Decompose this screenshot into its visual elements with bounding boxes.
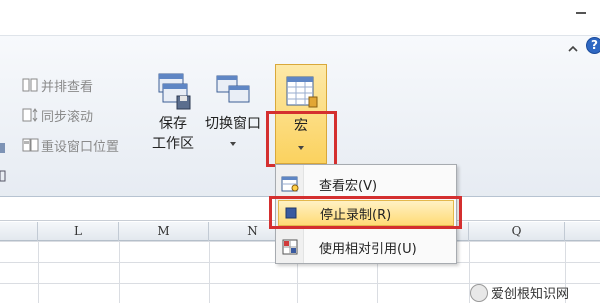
save-workspace-label-2: 工作区 [152, 136, 194, 152]
watermark-text: 爱创根知识网 [491, 287, 570, 302]
grid-line [209, 241, 210, 303]
save-workspace-button[interactable]: 保存 工作区 [147, 72, 199, 154]
menu-item-label: 查看宏(V) [319, 178, 378, 194]
reset-position-button[interactable]: 重设窗口位置 [22, 135, 119, 155]
partial-icon [0, 140, 6, 154]
sync-scroll-icon [22, 107, 39, 123]
save-workspace-icon [158, 73, 191, 110]
side-by-side-button[interactable]: 并排查看 [22, 75, 93, 95]
reset-position-label: 重设窗口位置 [41, 139, 120, 155]
switch-windows-label: 切换窗口 [205, 116, 261, 132]
menu-item-relative-reference[interactable]: 使用相对引用(U) [278, 234, 454, 260]
highlight-box-stop-recording [269, 196, 462, 229]
menu-item-view-macros[interactable]: 查看宏(V) [278, 171, 454, 197]
highlight-box-macros [266, 111, 337, 167]
help-icon[interactable]: ? [586, 37, 600, 54]
ribbon-collapse-icon[interactable] [566, 40, 580, 52]
chevron-down-icon [230, 142, 236, 146]
sync-scroll-label: 同步滚动 [41, 109, 94, 125]
column-header-M[interactable]: M [119, 222, 209, 241]
column-header-Q[interactable]: Q [469, 222, 565, 241]
side-by-side-label: 并排查看 [41, 79, 94, 95]
save-workspace-label-1: 保存 [159, 116, 187, 132]
minimize-icon[interactable] [576, 12, 586, 14]
side-by-side-icon [22, 77, 39, 93]
title-strip [0, 0, 600, 35]
view-macros-icon [278, 174, 302, 194]
column-header[interactable] [565, 222, 600, 241]
reset-position-icon [22, 137, 39, 153]
column-header[interactable] [0, 222, 38, 241]
partial-icon [0, 168, 6, 182]
macros-icon [286, 76, 318, 108]
column-header-L[interactable]: L [38, 222, 119, 241]
watermark-logo-icon [470, 283, 488, 302]
watermark: 爱创根知识网 [470, 283, 569, 302]
relative-reference-icon [278, 237, 302, 257]
grid-line [38, 241, 39, 303]
menu-item-label: 使用相对引用(U) [319, 241, 417, 257]
switch-windows-button[interactable]: 切换窗口 [200, 72, 266, 150]
grid-line [119, 241, 120, 303]
switch-windows-icon [216, 75, 250, 103]
sync-scroll-button[interactable]: 同步滚动 [22, 105, 93, 125]
